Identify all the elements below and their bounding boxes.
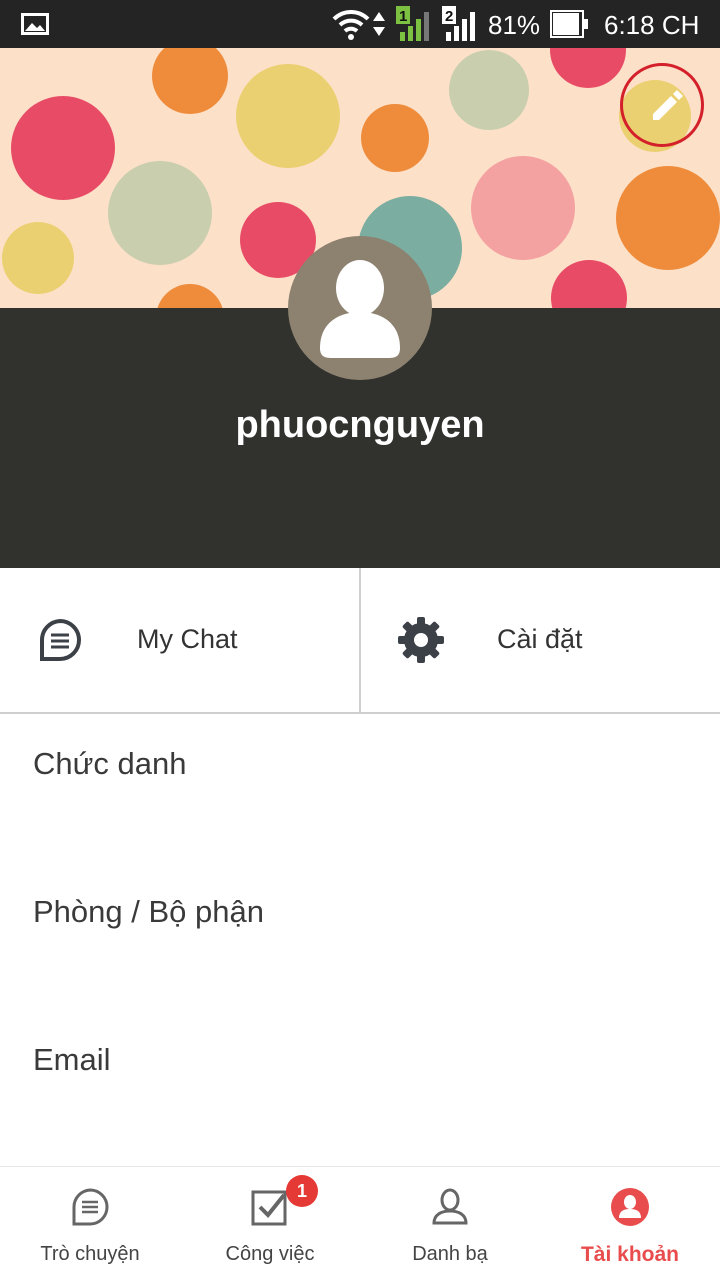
nav-label-contacts: Danh bạ bbox=[412, 1243, 488, 1265]
battery-percent: 81% bbox=[488, 10, 541, 40]
nav-label-chat: Trò chuyện bbox=[40, 1243, 140, 1265]
chat-icon bbox=[39, 618, 81, 661]
sim2-label: 2 bbox=[445, 8, 453, 25]
data-arrows-icon bbox=[373, 12, 385, 36]
nav-label-tasks: Công việc bbox=[225, 1243, 315, 1265]
settings-button[interactable]: Cài đặt bbox=[361, 568, 720, 712]
contacts-icon bbox=[432, 1188, 468, 1225]
signal-sim2-icon: 2 bbox=[442, 6, 480, 47]
my-chat-label: My Chat bbox=[137, 624, 238, 654]
pencil-icon bbox=[653, 90, 683, 120]
username: phuocnguyen bbox=[235, 404, 485, 446]
tasks-badge: 1 bbox=[286, 1175, 318, 1207]
task-check-icon bbox=[251, 1190, 287, 1226]
account-icon bbox=[611, 1188, 649, 1226]
clock: 6:18 CH bbox=[604, 10, 700, 40]
action-row: My Chat Cài đặt bbox=[0, 568, 720, 714]
status-bar: 1 2 81% 6:18 CH bbox=[0, 0, 720, 48]
default-avatar-icon bbox=[320, 260, 400, 358]
gear-icon bbox=[398, 617, 444, 663]
wifi-icon bbox=[332, 9, 370, 40]
sim1-label: 1 bbox=[399, 8, 407, 25]
my-chat-button[interactable]: My Chat bbox=[0, 568, 361, 712]
gallery-icon bbox=[21, 13, 49, 35]
settings-label: Cài đặt bbox=[497, 624, 583, 654]
nav-item-contacts[interactable]: Danh bạ bbox=[360, 1167, 540, 1281]
battery-icon bbox=[550, 10, 588, 38]
bottom-nav: Trò chuyện 1 Công việc Danh bạ Tài khoản bbox=[0, 1166, 720, 1281]
chat-icon bbox=[72, 1188, 109, 1226]
nav-item-account[interactable]: Tài khoản bbox=[540, 1167, 720, 1281]
nav-label-account: Tài khoản bbox=[580, 1243, 680, 1266]
edit-cover-button[interactable] bbox=[620, 63, 704, 147]
avatar[interactable] bbox=[288, 236, 432, 380]
nav-item-tasks[interactable]: 1 Công việc bbox=[180, 1167, 360, 1281]
signal-sim1-icon: 1 bbox=[396, 6, 434, 47]
department-field: Phòng / Bộ phận bbox=[33, 894, 264, 929]
email-field: Email bbox=[33, 1042, 111, 1077]
nav-item-chat[interactable]: Trò chuyện bbox=[0, 1167, 180, 1281]
job-title-field: Chức danh bbox=[33, 746, 187, 781]
